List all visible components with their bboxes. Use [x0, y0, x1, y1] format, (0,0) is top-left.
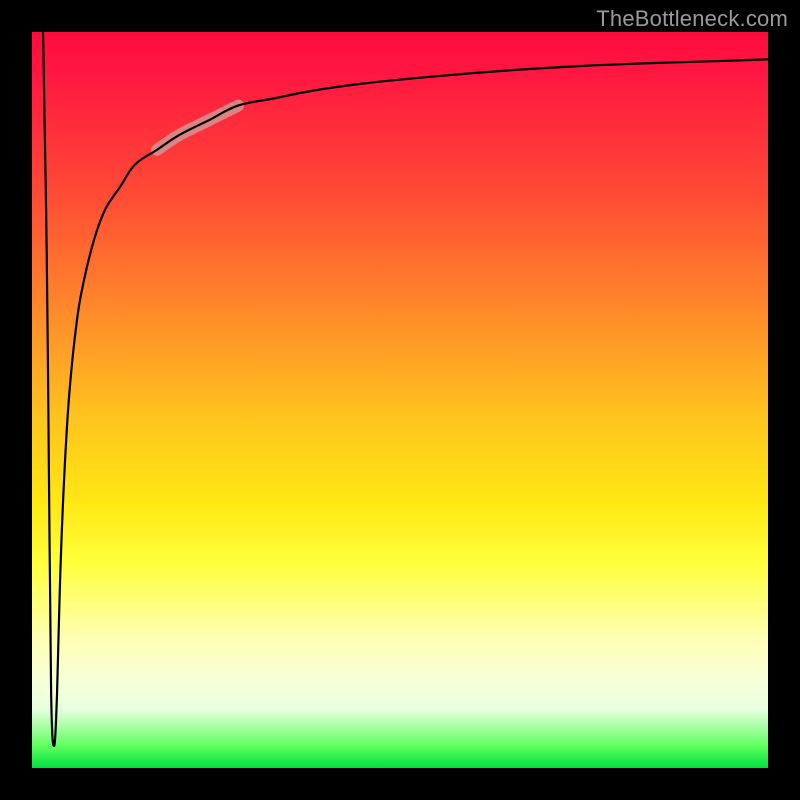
plot-background-gradient [32, 32, 768, 768]
chart-container: TheBottleneck.com [0, 0, 800, 800]
watermark-text: TheBottleneck.com [596, 6, 788, 32]
